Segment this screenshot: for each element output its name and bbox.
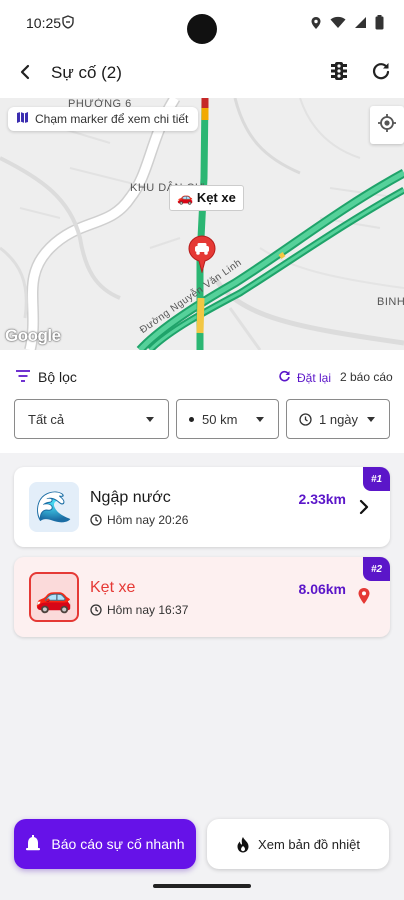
incident-time: Hôm nay 16:37 bbox=[90, 603, 188, 617]
location-pin-icon[interactable] bbox=[357, 587, 371, 610]
reset-filters-button[interactable]: Đặt lại bbox=[278, 370, 331, 386]
radius-filter-value: 50 km bbox=[202, 411, 238, 427]
incident-distance: 8.06km bbox=[298, 581, 346, 597]
map-fold-icon bbox=[16, 111, 29, 127]
chevron-right-icon[interactable] bbox=[357, 498, 371, 521]
quick-report-button[interactable]: Báo cáo sự cố nhanh bbox=[14, 819, 196, 869]
shield-icon bbox=[62, 15, 74, 34]
reset-icon bbox=[278, 370, 291, 386]
location-status-icon bbox=[310, 16, 322, 35]
incident-time-text: Hôm nay 16:37 bbox=[107, 603, 189, 617]
wave-emoji-icon: 🌊 bbox=[29, 482, 79, 532]
marker-info-window[interactable]: 🚗 Kẹt xe bbox=[169, 185, 244, 211]
incident-name: Ngập nước bbox=[90, 489, 171, 506]
marker-label-text: Kẹt xe bbox=[196, 190, 236, 205]
rank-badge: #2 bbox=[363, 557, 390, 581]
incident-map[interactable]: PHƯỜNG 6 KHU DÂN CƯ BINH Đường Nguyễn Vă… bbox=[0, 98, 404, 350]
rank-badge: #1 bbox=[363, 467, 390, 491]
filter-icon bbox=[16, 369, 30, 385]
caret-down-icon bbox=[146, 417, 154, 422]
refresh-icon[interactable] bbox=[370, 60, 392, 87]
camera-cutout bbox=[187, 14, 217, 44]
radius-filter-select[interactable]: 50 km bbox=[176, 399, 279, 439]
incident-card[interactable]: 🌊 Ngập nước Hôm nay 20:26 2.33km #1 bbox=[14, 467, 390, 547]
filter-header: Bộ lọc bbox=[16, 369, 77, 385]
incident-marker-pin[interactable] bbox=[188, 235, 216, 278]
clock-icon bbox=[299, 412, 312, 426]
caret-down-icon bbox=[256, 417, 264, 422]
alarm-bell-icon bbox=[25, 835, 41, 853]
time-filter-select[interactable]: 1 ngày bbox=[286, 399, 390, 439]
filter-panel: Bộ lọc Đặt lại 2 báo cáo Tất cả 50 km 1 … bbox=[0, 350, 404, 453]
type-filter-select[interactable]: Tất cả bbox=[14, 399, 169, 439]
report-count: 2 báo cáo bbox=[340, 370, 393, 384]
map-hint-text: Chạm marker để xem chi tiết bbox=[35, 112, 189, 126]
home-indicator bbox=[153, 884, 251, 888]
my-location-button[interactable] bbox=[370, 106, 404, 144]
back-arrow-icon[interactable] bbox=[14, 60, 38, 84]
page-title: Sự cố (2) bbox=[51, 63, 122, 82]
dot-icon bbox=[189, 416, 194, 422]
incident-name: Kẹt xe bbox=[90, 579, 136, 596]
map-label-binh: BINH bbox=[377, 296, 404, 308]
incident-time: Hôm nay 20:26 bbox=[90, 513, 188, 527]
battery-icon bbox=[375, 15, 384, 35]
flame-icon bbox=[236, 836, 250, 853]
status-time: 10:25 bbox=[26, 15, 62, 31]
quick-report-label: Báo cáo sự cố nhanh bbox=[51, 836, 185, 852]
incident-time-text: Hôm nay 20:26 bbox=[107, 513, 189, 527]
incident-distance: 2.33km bbox=[298, 491, 346, 507]
signal-icon bbox=[354, 16, 367, 34]
heatmap-button[interactable]: Xem bản đồ nhiệt bbox=[207, 819, 389, 869]
filter-title: Bộ lọc bbox=[38, 369, 77, 385]
car-emoji-icon: 🚗 bbox=[177, 190, 194, 205]
map-background bbox=[0, 98, 404, 350]
incident-card-active[interactable]: 🚗 Kẹt xe Hôm nay 16:37 8.06km #2 bbox=[14, 557, 390, 637]
heatmap-label: Xem bản đồ nhiệt bbox=[258, 836, 360, 852]
wifi-icon bbox=[330, 16, 346, 34]
type-filter-value: Tất cả bbox=[28, 411, 65, 427]
caret-down-icon bbox=[367, 417, 375, 422]
status-bar: 10:25 bbox=[0, 0, 404, 44]
map-hint-chip: Chạm marker để xem chi tiết bbox=[8, 107, 199, 131]
google-attribution: Google bbox=[5, 326, 61, 345]
car-emoji-icon: 🚗 bbox=[29, 572, 79, 622]
clock-icon bbox=[90, 604, 102, 616]
clock-icon bbox=[90, 514, 102, 526]
time-filter-value: 1 ngày bbox=[319, 411, 359, 427]
reset-label: Đặt lại bbox=[297, 371, 332, 385]
traffic-light-icon[interactable] bbox=[328, 60, 350, 87]
app-bar: Sự cố (2) bbox=[0, 44, 404, 100]
crosshair-icon bbox=[377, 113, 397, 138]
